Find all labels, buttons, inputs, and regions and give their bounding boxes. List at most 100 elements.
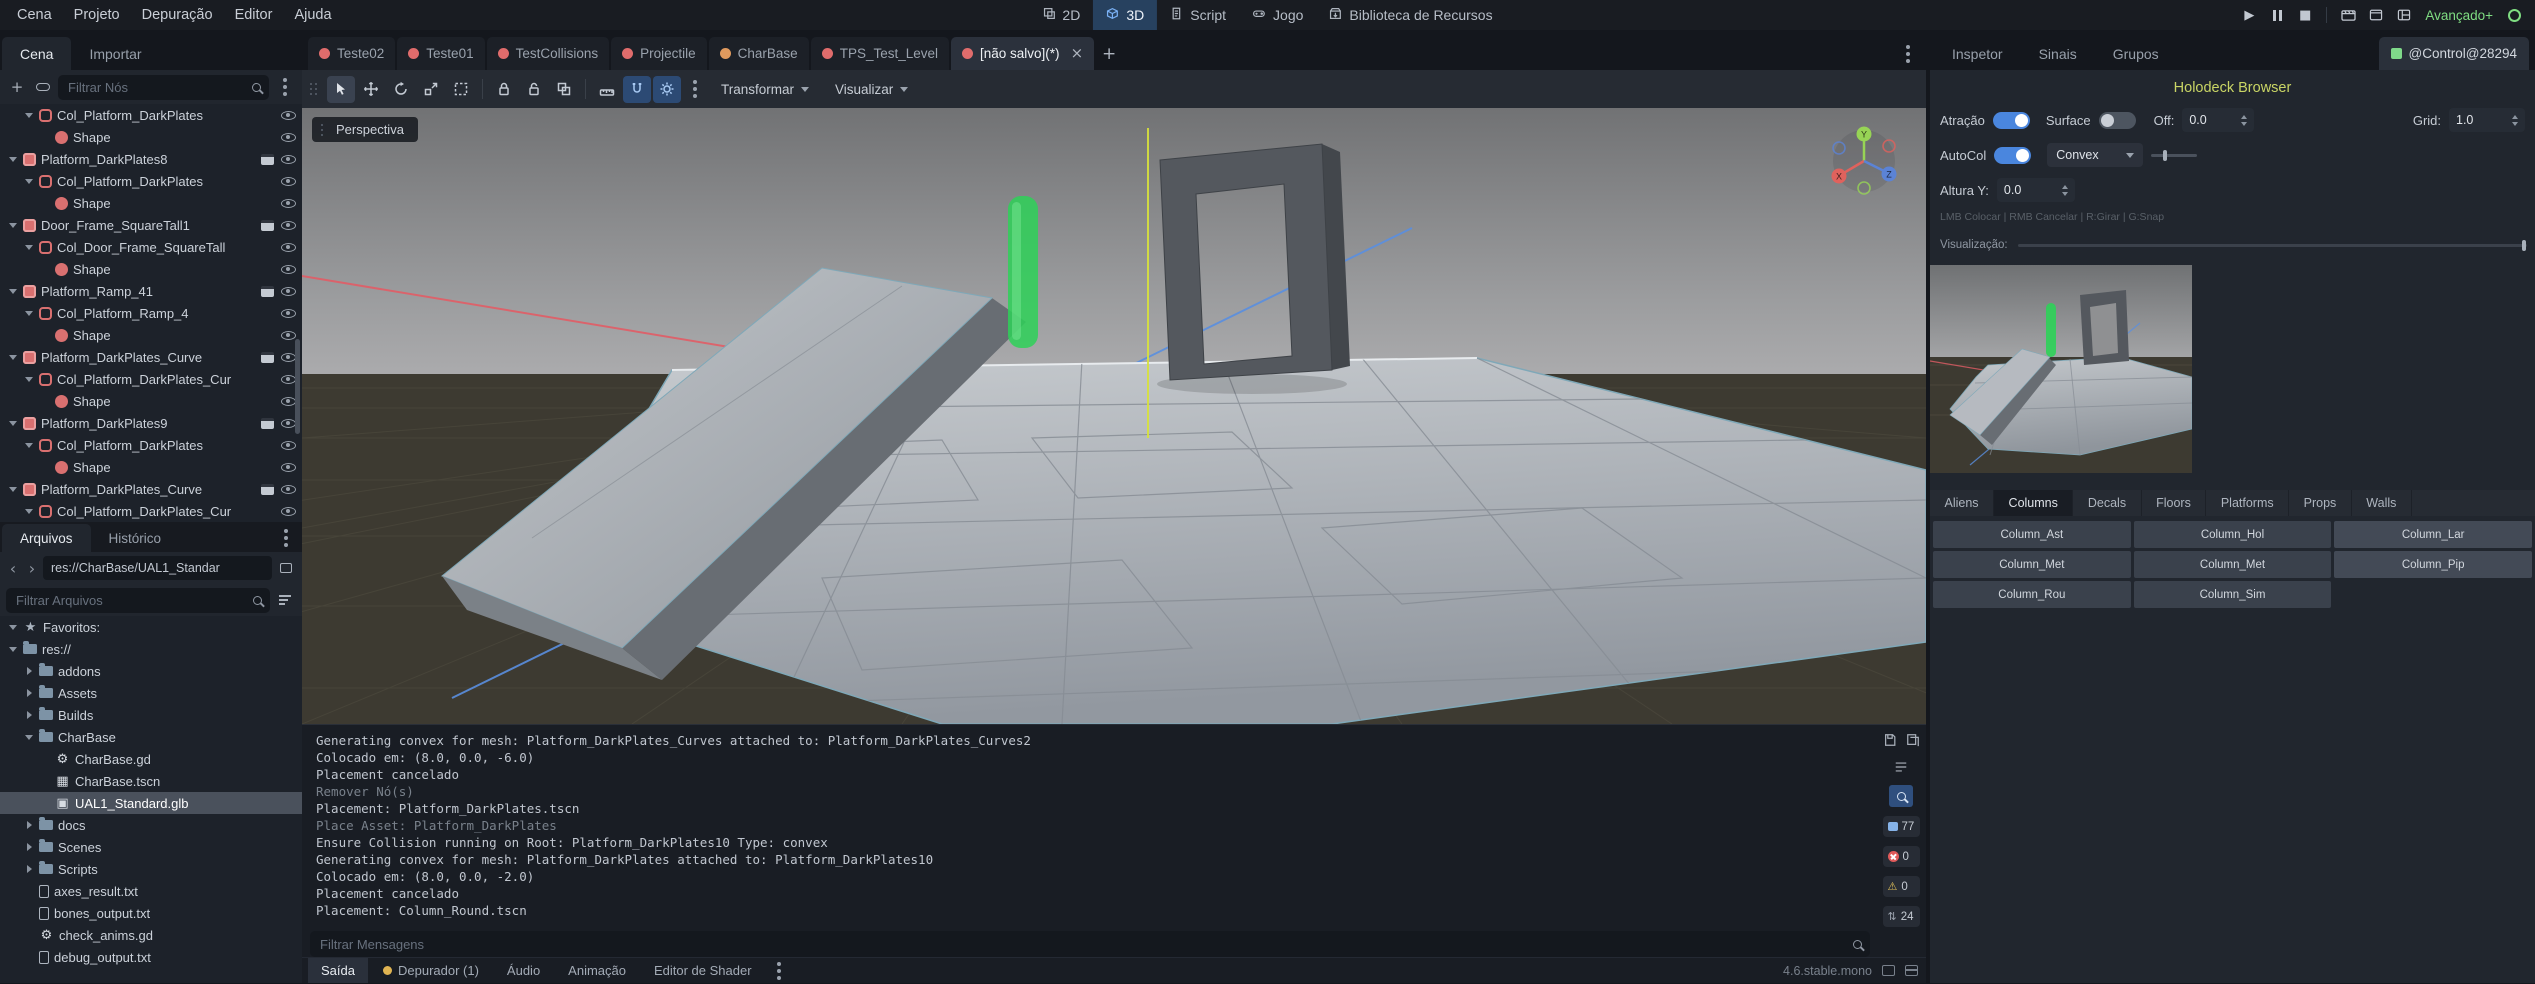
play-button[interactable]: ▶ xyxy=(2238,4,2260,26)
visibility-eye-icon[interactable] xyxy=(281,375,296,384)
visibility-eye-icon[interactable] xyxy=(281,287,296,296)
tab-arquivos[interactable]: Arquivos xyxy=(2,524,91,552)
search-log-icon[interactable] xyxy=(1889,785,1913,807)
collapse-icon[interactable] xyxy=(22,306,37,320)
tree-item[interactable]: Col_Platform_DarkPlates_Cur xyxy=(0,368,302,390)
category-walls[interactable]: Walls xyxy=(2352,490,2412,516)
tab-shader-editor[interactable]: Editor de Shader xyxy=(641,958,765,983)
collapse-icon[interactable] xyxy=(22,372,37,386)
asset-button[interactable]: Column_Rou xyxy=(1933,581,2131,608)
visibility-eye-icon[interactable] xyxy=(281,441,296,450)
fs-item[interactable]: Scenes xyxy=(0,836,302,858)
asset-button[interactable]: Column_Lar xyxy=(2334,521,2532,548)
expand-panel-icon[interactable] xyxy=(1882,965,1895,976)
grid-spinbox[interactable]: 1.0 xyxy=(2449,108,2525,132)
collapse-icon[interactable] xyxy=(22,504,37,518)
bottom-panel-menu-icon[interactable] xyxy=(767,958,791,984)
tree-item[interactable]: Col_Platform_DarkPlates xyxy=(0,104,302,126)
off-spinbox[interactable]: 0.0 xyxy=(2182,108,2254,132)
scale-tool-icon[interactable] xyxy=(417,76,445,103)
lock-icon[interactable] xyxy=(490,76,518,103)
tree-item[interactable]: Platform_DarkPlates8 xyxy=(0,148,302,170)
scene-tab[interactable]: Teste01 xyxy=(397,37,484,70)
fs-item[interactable]: bones_output.txt xyxy=(0,902,302,924)
panel-layout-icon[interactable] xyxy=(1905,965,1918,976)
scene-tree-scrollbar[interactable] xyxy=(295,339,300,434)
visibility-eye-icon[interactable] xyxy=(281,397,296,406)
ruler-icon[interactable] xyxy=(593,76,621,103)
movie-mode-icon[interactable] xyxy=(2337,4,2359,26)
scene-tab-active[interactable]: [não salvo](*)× xyxy=(951,37,1094,70)
scene-filter-input[interactable] xyxy=(66,79,246,96)
fs-item[interactable]: CharBase xyxy=(0,726,302,748)
message-filter-field[interactable] xyxy=(310,931,1870,957)
output-log[interactable]: Generating convex for mesh: Platform_Dar… xyxy=(302,725,1876,927)
visibility-eye-icon[interactable] xyxy=(281,243,296,252)
open-instanced-scene-icon[interactable] xyxy=(261,220,274,231)
open-instanced-scene-icon[interactable] xyxy=(261,154,274,165)
fs-item[interactable]: ★Favoritos: xyxy=(0,616,302,638)
altura-spinbox[interactable]: 0.0 xyxy=(1997,178,2075,202)
tree-item[interactable]: Platform_DarkPlates9 xyxy=(0,412,302,434)
switch-assetlib[interactable]: Biblioteca de Recursos xyxy=(1316,0,1505,30)
visibility-eye-icon[interactable] xyxy=(281,331,296,340)
tab-historico[interactable]: Histórico xyxy=(91,524,180,552)
tree-item[interactable]: Shape xyxy=(0,126,302,148)
fs-item[interactable]: Assets xyxy=(0,682,302,704)
fs-item-selected[interactable]: ▣UAL1_Standard.glb xyxy=(0,792,302,814)
new-scene-tab-button[interactable]: + xyxy=(1096,37,1122,70)
category-platforms[interactable]: Platforms xyxy=(2206,490,2289,516)
category-aliens[interactable]: Aliens xyxy=(1930,490,1994,516)
visibility-eye-icon[interactable] xyxy=(281,419,296,428)
scene-dock-menu-icon[interactable] xyxy=(273,76,296,98)
toolbar-overflow-icon[interactable] xyxy=(683,73,707,106)
tab-audio[interactable]: Áudio xyxy=(494,958,553,983)
drag-handle[interactable] xyxy=(310,83,319,95)
asset-button[interactable]: Column_Met xyxy=(1933,551,2131,578)
group-icon[interactable] xyxy=(550,76,578,103)
tree-item[interactable]: Col_Platform_DarkPlates xyxy=(0,434,302,456)
tab-inspetor[interactable]: Inspetor xyxy=(1934,37,2021,70)
tab-importar[interactable]: Importar xyxy=(71,37,159,70)
menu-cena[interactable]: Cena xyxy=(6,0,63,30)
category-decals[interactable]: Decals xyxy=(2073,490,2141,516)
fs-item[interactable]: axes_result.txt xyxy=(0,880,302,902)
asset-button[interactable]: Column_Ast xyxy=(1933,521,2131,548)
expand-icon[interactable] xyxy=(22,862,37,876)
asset-button[interactable]: Column_Pip xyxy=(2334,551,2532,578)
close-tab-icon[interactable]: × xyxy=(1071,46,1084,61)
pause-button[interactable] xyxy=(2266,4,2288,26)
expand-icon[interactable] xyxy=(22,664,37,678)
switch-3d[interactable]: 3D xyxy=(1093,0,1157,30)
message-count-badge[interactable]: 77 xyxy=(1883,816,1920,837)
scene-filter-field[interactable] xyxy=(58,75,269,100)
fs-item[interactable]: Builds xyxy=(0,704,302,726)
visibility-eye-icon[interactable] xyxy=(281,133,296,142)
collapse-icon[interactable] xyxy=(6,482,21,496)
tab-sinais[interactable]: Sinais xyxy=(2021,37,2095,70)
error-count-badge[interactable]: 0 xyxy=(1883,846,1920,867)
filesystem-display-mode-icon[interactable] xyxy=(275,557,297,579)
single-window-icon[interactable] xyxy=(2365,4,2387,26)
category-props[interactable]: Props xyxy=(2289,490,2352,516)
visibility-eye-icon[interactable] xyxy=(281,485,296,494)
scene-tab[interactable]: TPS_Test_Level xyxy=(811,37,949,70)
unlock-icon[interactable] xyxy=(520,76,548,103)
collapse-duplicates-icon[interactable] xyxy=(1892,758,1910,776)
3d-viewport[interactable]: Y X Z Perspectiva xyxy=(302,108,1926,724)
tree-item[interactable]: Platform_DarkPlates_Curve xyxy=(0,478,302,500)
fs-item[interactable]: debug_output.txt xyxy=(0,946,302,968)
switch-2d[interactable]: 2D xyxy=(1029,0,1093,30)
menu-editor[interactable]: Editor xyxy=(224,0,284,30)
select-tool-icon[interactable] xyxy=(327,76,355,103)
scene-tab[interactable]: Teste02 xyxy=(308,37,395,70)
tree-item[interactable]: Col_Platform_Ramp_4 xyxy=(0,302,302,324)
fs-item[interactable]: ▦CharBase.tscn xyxy=(0,770,302,792)
current-path[interactable]: res://CharBase/UAL1_Standar xyxy=(43,556,272,580)
tree-item[interactable]: Shape xyxy=(0,390,302,412)
category-floors[interactable]: Floors xyxy=(2142,490,2207,516)
collapse-icon[interactable] xyxy=(6,284,21,298)
version-label[interactable]: 4.6.stable.mono xyxy=(1783,964,1872,978)
expand-icon[interactable] xyxy=(22,818,37,832)
tree-item[interactable]: Shape xyxy=(0,456,302,478)
